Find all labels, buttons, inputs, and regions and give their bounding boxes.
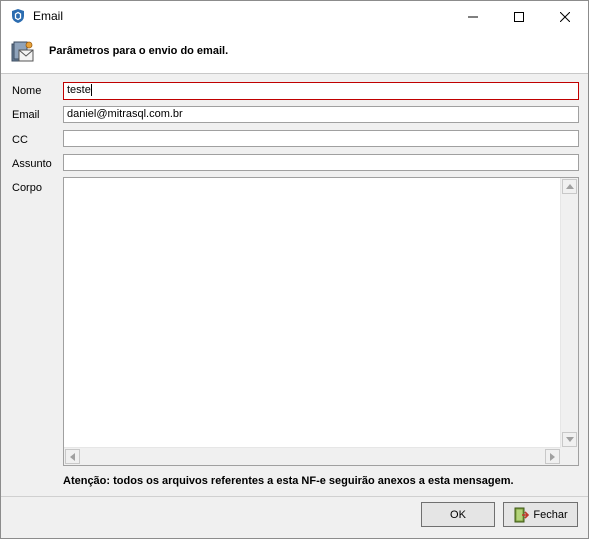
email-dialog: Email Parâmetros para o envio do email. … <box>0 0 589 539</box>
scroll-left-button[interactable] <box>65 449 80 464</box>
email-input[interactable]: daniel@mitrasql.com.br <box>63 106 579 123</box>
arrow-up-icon <box>565 184 574 189</box>
close-button[interactable]: Fechar <box>503 502 578 527</box>
window-title: Email <box>33 9 64 23</box>
close-icon <box>560 11 570 22</box>
corpo-label: Corpo <box>12 182 42 194</box>
assunto-label: Assunto <box>12 158 52 170</box>
footer-divider <box>1 496 588 497</box>
arrow-right-icon <box>550 452 555 461</box>
scroll-down-button[interactable] <box>562 432 577 447</box>
assunto-input[interactable] <box>63 154 579 171</box>
maximize-button[interactable] <box>496 1 542 32</box>
minimize-icon <box>468 16 478 17</box>
scroll-right-button[interactable] <box>545 449 560 464</box>
header-title: Parâmetros para o envio do email. <box>49 45 229 57</box>
ok-button-label: OK <box>450 508 466 521</box>
arrow-down-icon <box>565 437 574 442</box>
scroll-corner <box>561 448 578 465</box>
ok-button[interactable]: OK <box>421 502 495 527</box>
exit-door-icon <box>513 507 530 523</box>
attachment-warning: Atenção: todos os arquivos referentes a … <box>63 475 514 487</box>
dialog-header: Parâmetros para o envio do email. <box>1 32 588 74</box>
close-window-button[interactable] <box>542 1 588 32</box>
scroll-up-button[interactable] <box>562 179 577 194</box>
cc-label: CC <box>12 134 28 146</box>
nome-input[interactable]: teste <box>63 82 579 100</box>
nome-value: teste <box>67 84 91 96</box>
arrow-left-icon <box>70 452 75 461</box>
cc-input[interactable] <box>63 130 579 147</box>
horizontal-scrollbar[interactable] <box>64 447 561 465</box>
vertical-scrollbar[interactable] <box>560 178 578 448</box>
minimize-button[interactable] <box>450 1 496 32</box>
corpo-textarea[interactable] <box>63 177 579 466</box>
email-label: Email <box>12 109 40 121</box>
nome-label: Nome <box>12 85 42 97</box>
title-bar: Email <box>1 1 588 32</box>
app-shield-icon <box>10 8 26 24</box>
maximize-icon <box>514 11 524 22</box>
email-settings-icon <box>10 39 36 65</box>
close-button-label: Fechar <box>533 508 568 521</box>
text-caret <box>90 84 92 97</box>
